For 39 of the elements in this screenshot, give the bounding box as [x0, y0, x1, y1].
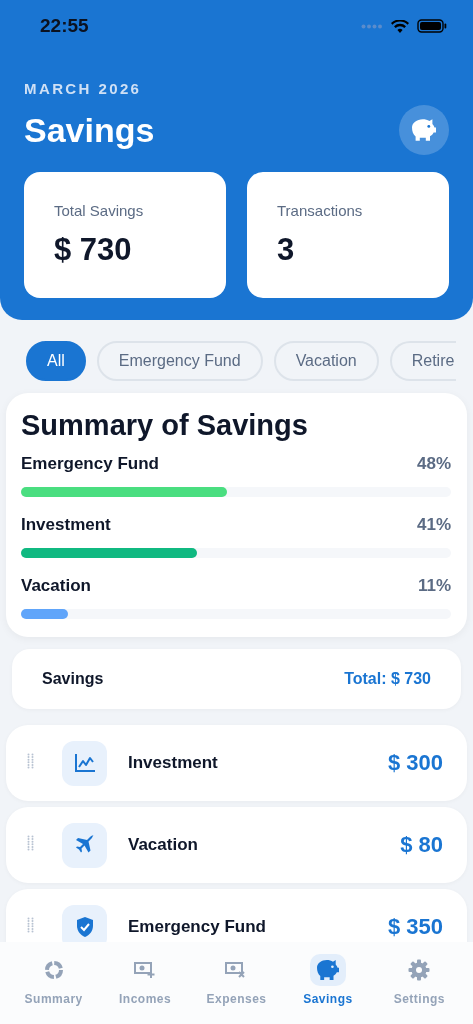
category-percent: 48% — [416, 454, 451, 474]
settings-icon — [408, 959, 431, 981]
savings-name: Vacation — [128, 835, 199, 855]
month-label: MARCH 2026 — [24, 80, 143, 97]
savings-name: Emergency Fund — [128, 917, 267, 937]
savings-amount: $ 80 — [400, 832, 443, 858]
summary-icon — [43, 960, 64, 980]
piggy-bank-icon — [316, 960, 339, 980]
filter-chip[interactable]: All — [26, 341, 86, 381]
stat-label: Total Savings — [54, 202, 144, 219]
filter-chip[interactable]: Emergency Fund — [96, 341, 263, 381]
page-title: Savings — [24, 110, 155, 150]
category-name: Investment — [21, 515, 111, 535]
filter-chip[interactable]: Retire — [389, 341, 457, 381]
card-title: Summary of Savings — [21, 409, 308, 442]
category-percent: 11% — [417, 576, 451, 596]
stat-label: Transactions — [277, 202, 363, 219]
section-title: Savings — [42, 670, 104, 688]
stat-value: $ 730 — [54, 232, 132, 268]
tab-item[interactable]: Savings — [282, 942, 374, 1024]
battery-icon — [417, 19, 447, 33]
stat-value: 3 — [277, 232, 295, 268]
status-time: 22:55 — [40, 15, 90, 37]
tab-item[interactable]: Settings — [373, 942, 465, 1024]
tab-item[interactable]: Expenses — [190, 942, 283, 1024]
category-name: Emergency Fund — [21, 454, 159, 474]
signal-icon — [361, 23, 383, 29]
cash-x-icon — [225, 961, 248, 979]
savings-amount: $ 300 — [387, 750, 443, 776]
cash-plus-icon — [134, 961, 157, 979]
filter-chip[interactable]: Vacation — [273, 341, 379, 381]
total-amount: Total: $ 730 — [344, 670, 431, 688]
wifi-icon — [391, 19, 409, 33]
savings-amount: $ 350 — [387, 914, 443, 940]
category-name: Vacation — [21, 576, 91, 596]
category-percent: 41% — [416, 515, 451, 535]
savings-name: Investment — [128, 753, 219, 773]
piggy-bank-button[interactable] — [399, 105, 449, 155]
piggy-bank-icon — [412, 119, 436, 141]
